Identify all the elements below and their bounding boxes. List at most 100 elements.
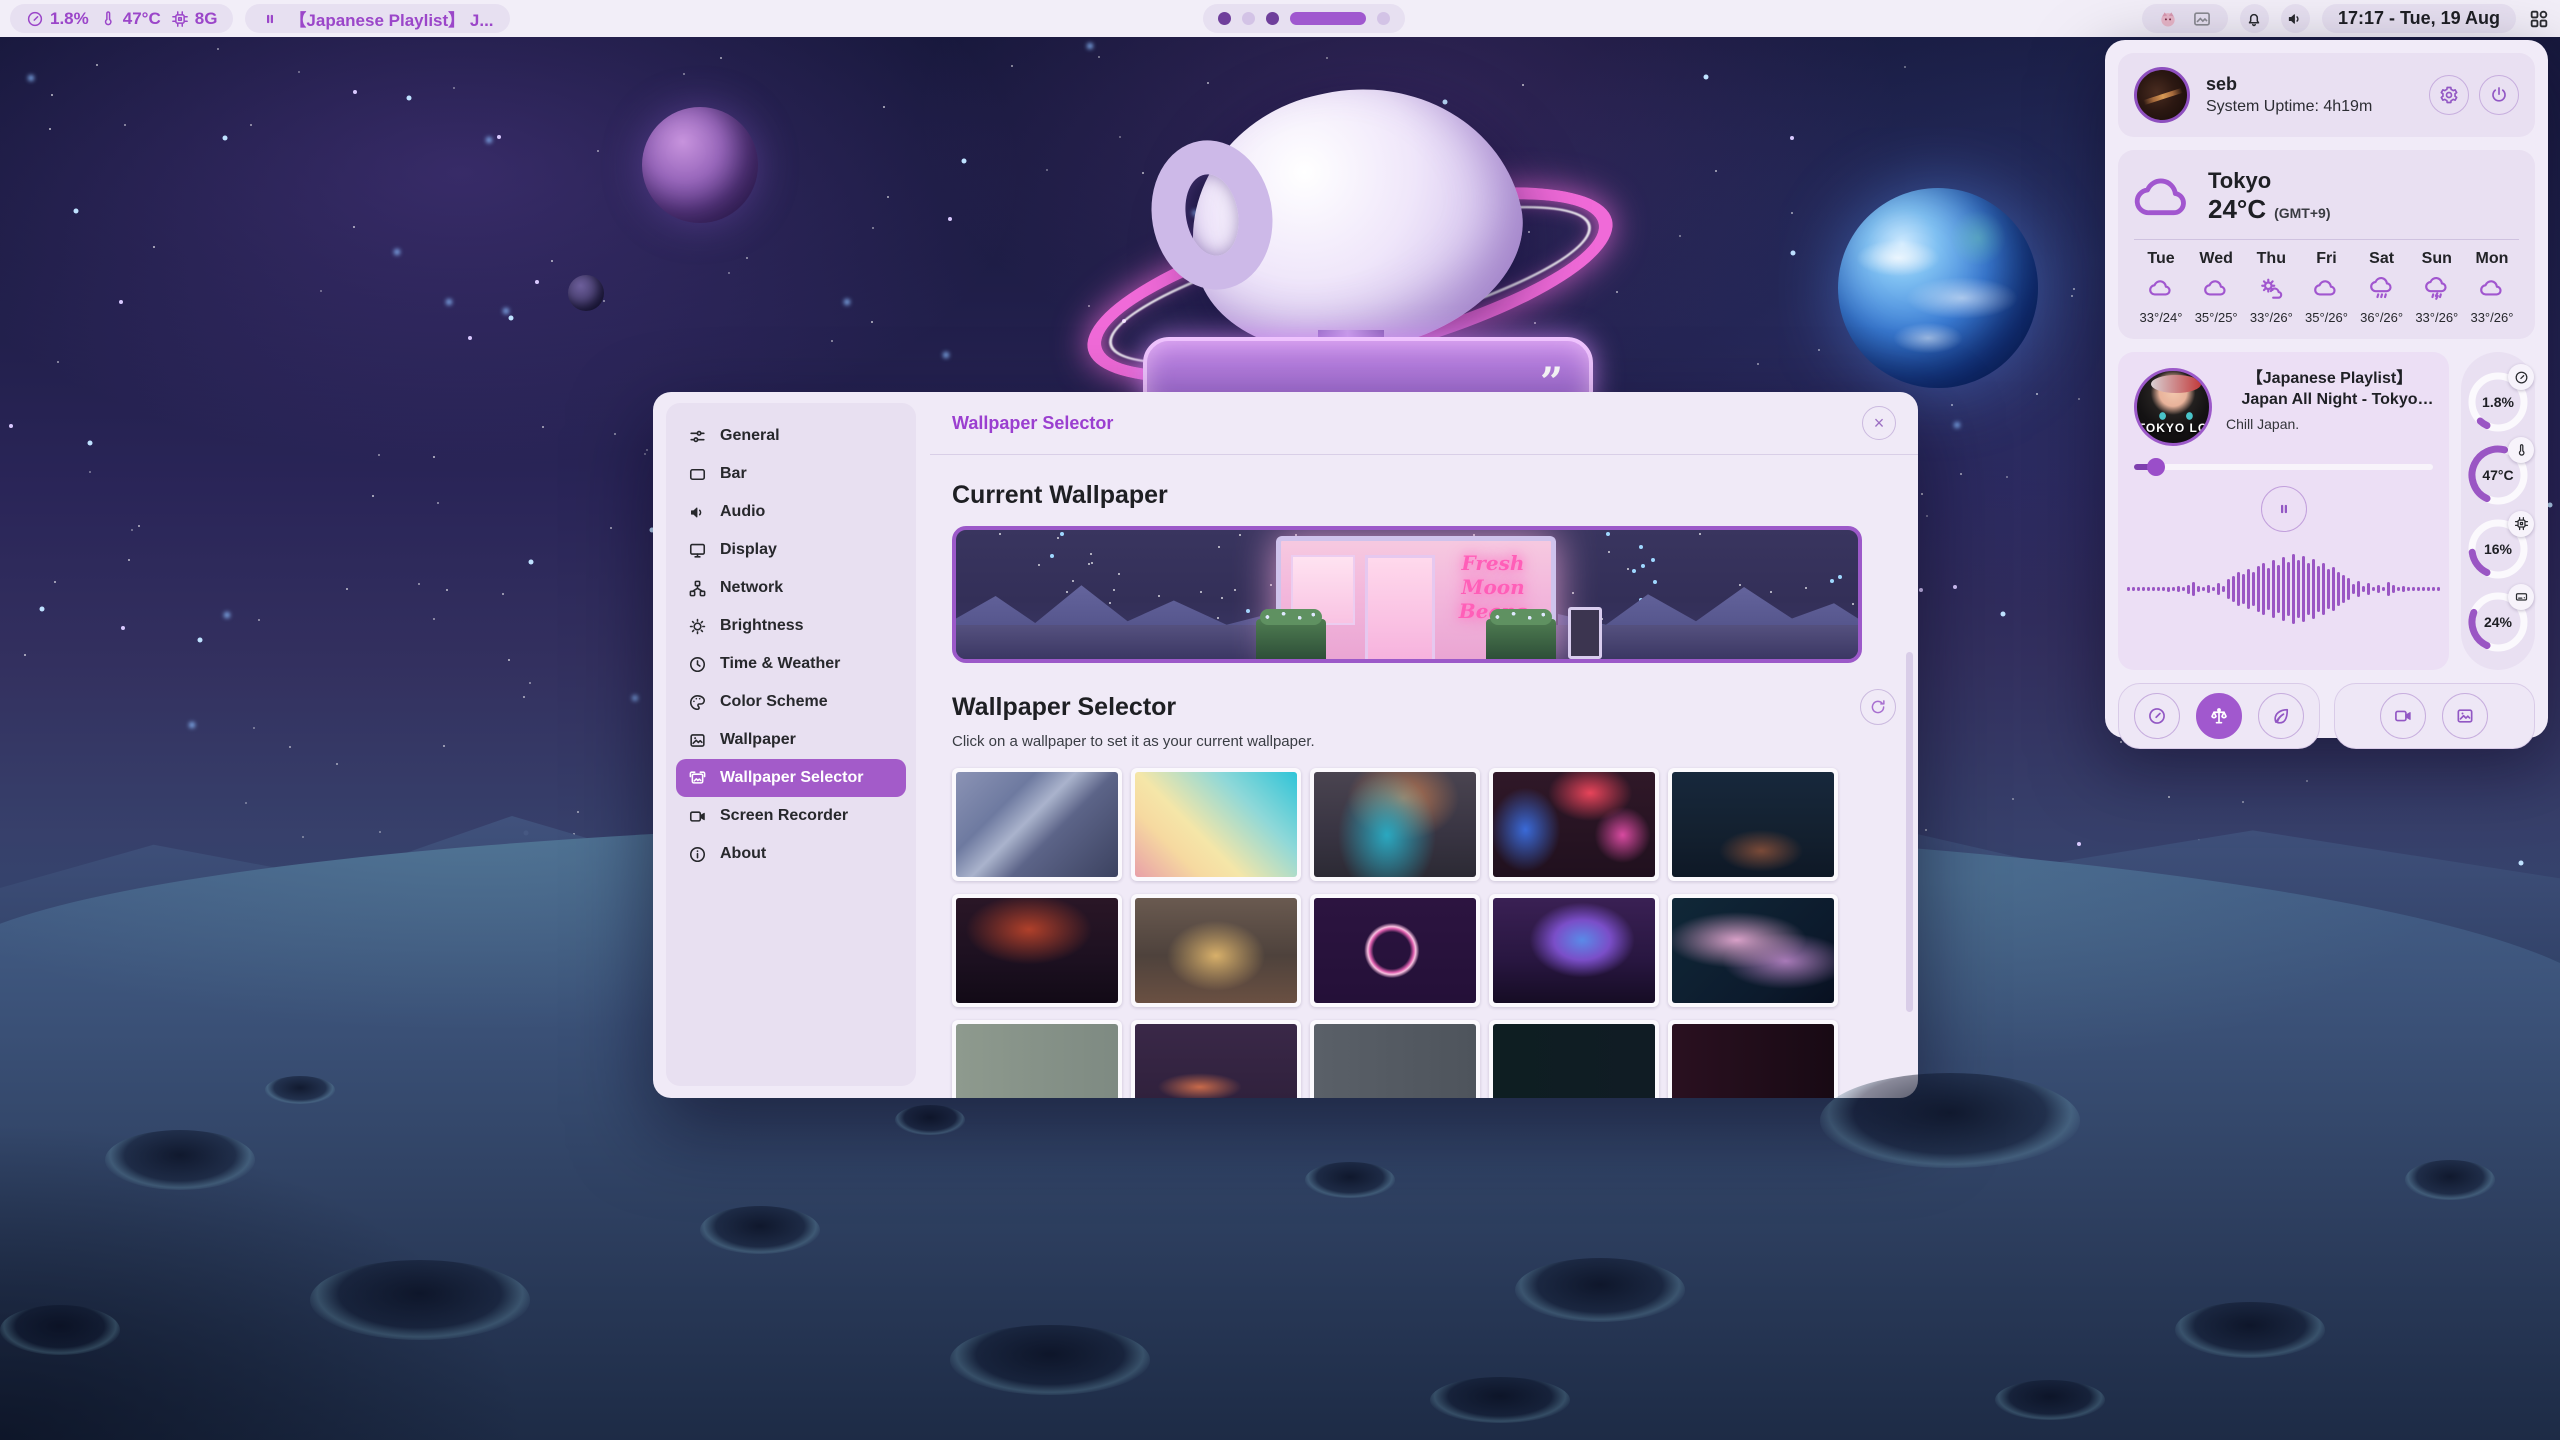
screen-record-button[interactable]: [2380, 693, 2426, 739]
refresh-button[interactable]: [1860, 689, 1896, 725]
forecast-day-tue: Tue33°/24°: [2134, 250, 2188, 325]
pause-icon[interactable]: [261, 10, 279, 28]
workspace-indicator[interactable]: [1203, 4, 1405, 33]
sidebar-item-about[interactable]: About: [676, 835, 906, 873]
wallpaper-thumb-deep-teal[interactable]: [1489, 1020, 1659, 1098]
sidebar-item-audio[interactable]: Audio: [676, 493, 906, 531]
crater: [310, 1260, 530, 1340]
sidebar-item-time-weather[interactable]: Time & Weather: [676, 645, 906, 683]
stat-ring-chip: 16%: [2466, 513, 2530, 583]
sidebar-item-display[interactable]: Display: [676, 531, 906, 569]
workspace-dot-5[interactable]: [1377, 12, 1390, 25]
settings-header: Wallpaper Selector ×: [930, 392, 1918, 455]
power-button[interactable]: [2479, 75, 2519, 115]
wallpaper-thumb-autumn-dark[interactable]: [1131, 1020, 1301, 1098]
wallpaper-thumb-dark-snow-ruins[interactable]: [1668, 768, 1838, 881]
wallpaper-thumb-pastel-gradient[interactable]: [1131, 768, 1301, 881]
forecast-day-temps: 33°/24°: [2140, 310, 2183, 325]
launcher-button[interactable]: [2528, 8, 2550, 30]
workspace-dot-4[interactable]: [1290, 12, 1366, 25]
wallpaper-thumb-mesh-wave[interactable]: [1668, 894, 1838, 1007]
progress-knob[interactable]: [2147, 458, 2165, 476]
volume-button[interactable]: [2281, 4, 2310, 33]
scales-icon: [2209, 706, 2229, 726]
visualizer-bar: [2152, 587, 2155, 591]
profile-balanced-button[interactable]: [2196, 693, 2242, 739]
visualizer-bar: [2267, 568, 2270, 610]
workspace-dot-2[interactable]: [1242, 12, 1255, 25]
screenshot-button[interactable]: [2442, 693, 2488, 739]
wallpaper-thumb-nebula-forest[interactable]: [1489, 894, 1659, 1007]
visualizer-bar: [2212, 587, 2215, 591]
sidebar-item-screen-recorder[interactable]: Screen Recorder: [676, 797, 906, 835]
user-name: seb: [2206, 74, 2372, 95]
tray-app-icon[interactable]: [2158, 9, 2178, 29]
bar-stat[interactable]: 8G: [171, 9, 218, 29]
media-info: 【Japanese Playlist】 Japan All Night - To…: [2226, 368, 2433, 446]
sidebar-item-brightness[interactable]: Brightness: [676, 607, 906, 645]
wallpaper-thumb-arcade-neon[interactable]: [1489, 768, 1659, 881]
wallpaper-thumb-sage-grey[interactable]: [952, 1020, 1122, 1098]
visualizer-bar: [2437, 587, 2440, 591]
rain-icon: [2369, 276, 2395, 302]
visualizer-bar: [2347, 578, 2350, 600]
sidebar-item-color-scheme[interactable]: Color Scheme: [676, 683, 906, 721]
sidebar-item-general[interactable]: General: [676, 417, 906, 455]
sidebar-item-wallpaper[interactable]: Wallpaper: [676, 721, 906, 759]
wallpaper-thumb-anime-crosswalk[interactable]: [952, 768, 1122, 881]
video-icon: [2393, 706, 2413, 726]
settings-main: Wallpaper Selector × Current Wallpaper F…: [930, 392, 1918, 1098]
notifications-button[interactable]: [2240, 4, 2269, 33]
wallpaper-image: [956, 772, 1118, 877]
wallpaper-thumb-blur-abstract[interactable]: [1310, 768, 1480, 881]
wallpaper-thumb-lofi-coffee-shop[interactable]: [1131, 894, 1301, 1007]
sidebar-item-label: Audio: [720, 503, 765, 521]
media-progress-slider[interactable]: [2134, 464, 2433, 470]
user-card: seb System Uptime: 4h19m: [2118, 53, 2535, 137]
bar-stat[interactable]: 47°C: [99, 9, 161, 29]
media-stats-row: TOKYO LO 【Japanese Playlist】 Japan All N…: [2118, 352, 2535, 670]
wallpaper-thumb-slate-grey[interactable]: [1310, 1020, 1480, 1098]
system-tray[interactable]: [2142, 4, 2228, 33]
scrollbar[interactable]: [1906, 652, 1913, 1012]
wallpaper-image: [1135, 898, 1297, 1003]
clock-pill[interactable]: 17:17 - Tue, 19 Aug: [2322, 4, 2516, 33]
bar-stat-value: 47°C: [123, 9, 161, 29]
bar-stat[interactable]: 1.8%: [26, 9, 89, 29]
profile-performance-button[interactable]: [2134, 693, 2180, 739]
visualizer-bar: [2132, 587, 2135, 591]
profile-powersave-button[interactable]: [2258, 693, 2304, 739]
visualizer-bar: [2297, 560, 2300, 618]
settings-button[interactable]: [2429, 75, 2469, 115]
sidebar-item-network[interactable]: Network: [676, 569, 906, 607]
play-pause-button[interactable]: [2261, 486, 2307, 532]
visualizer-bar: [2142, 587, 2145, 591]
settings-sidebar: GeneralBar Audio DisplayNetworkBrightnessT…: [666, 403, 916, 1086]
media-title: 【Japanese Playlist】 Japan All Night - To…: [2226, 368, 2433, 410]
tray-image-icon[interactable]: [2192, 9, 2212, 29]
close-button[interactable]: ×: [1862, 406, 1896, 440]
forecast-day-temps: 33°/26°: [2470, 310, 2513, 325]
sidebar-item-wallpaper-selector[interactable]: Wallpaper Selector: [676, 759, 906, 797]
current-wallpaper-heading: Current Wallpaper: [952, 481, 1896, 510]
preview-menu-board: [1568, 607, 1602, 659]
media-pill[interactable]: 【Japanese Playlist】 J...: [245, 4, 509, 33]
window-icon: [688, 465, 707, 484]
utilities-group: [2334, 683, 2536, 749]
crater: [265, 1076, 335, 1104]
wallpaper-thumb-red-forest-figure[interactable]: [952, 894, 1122, 1007]
visualizer-bar: [2312, 559, 2315, 619]
cloud-icon: [2479, 276, 2505, 302]
wallpaper-thumb-purple-ring[interactable]: [1310, 894, 1480, 1007]
media-pill-label[interactable]: 【Japanese Playlist】 J...: [289, 6, 493, 31]
sidebar-item-bar[interactable]: Bar: [676, 455, 906, 493]
avatar: [2134, 67, 2190, 123]
album-art-detail: [2151, 375, 2201, 393]
workspace-dot-1[interactable]: [1218, 12, 1231, 25]
wallpaper-thumb-dark-maroon[interactable]: [1668, 1020, 1838, 1098]
visualizer-bar: [2182, 587, 2185, 591]
workspace-dot-3[interactable]: [1266, 12, 1279, 25]
visualizer-bar: [2127, 587, 2130, 591]
visualizer-bar: [2177, 586, 2180, 592]
system-stats-pill[interactable]: 1.8% 47°C 8G: [10, 4, 233, 33]
